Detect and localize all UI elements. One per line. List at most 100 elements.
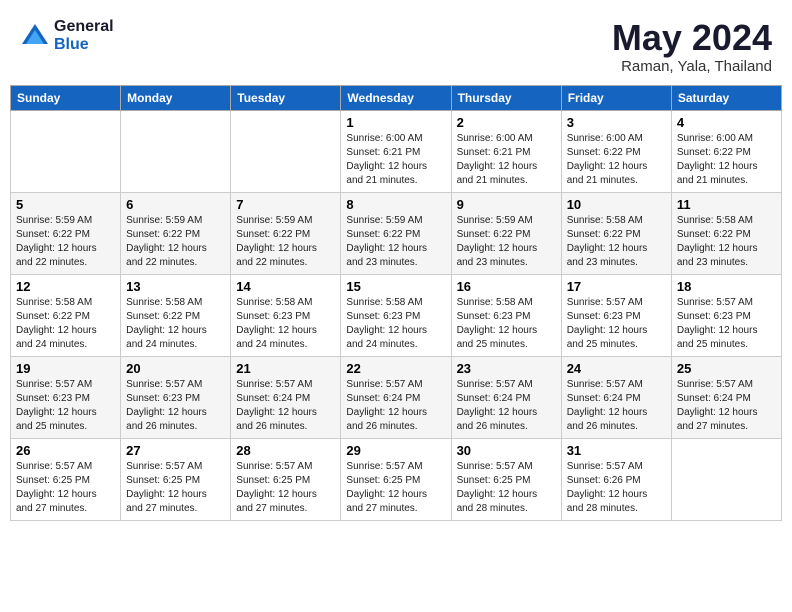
day-info: Sunrise: 5:59 AM Sunset: 6:22 PM Dayligh… (457, 214, 556, 270)
day-number: 5 (16, 197, 115, 212)
title-block: May 2024 Raman, Yala, Thailand (612, 18, 772, 75)
day-info: Sunrise: 6:00 AM Sunset: 6:21 PM Dayligh… (346, 132, 445, 188)
day-info: Sunrise: 5:57 AM Sunset: 6:25 PM Dayligh… (236, 460, 335, 516)
day-info: Sunrise: 6:00 AM Sunset: 6:22 PM Dayligh… (677, 132, 776, 188)
day-info: Sunrise: 5:57 AM Sunset: 6:25 PM Dayligh… (126, 460, 225, 516)
day-info: Sunrise: 5:57 AM Sunset: 6:23 PM Dayligh… (677, 296, 776, 352)
day-info: Sunrise: 5:57 AM Sunset: 6:24 PM Dayligh… (677, 378, 776, 434)
day-info: Sunrise: 5:58 AM Sunset: 6:22 PM Dayligh… (16, 296, 115, 352)
calendar-cell: 10 Sunrise: 5:58 AM Sunset: 6:22 PM Dayli… (561, 192, 671, 274)
day-number: 7 (236, 197, 335, 212)
day-number: 19 (16, 361, 115, 376)
day-info: Sunrise: 5:57 AM Sunset: 6:24 PM Dayligh… (346, 378, 445, 434)
day-info: Sunrise: 5:58 AM Sunset: 6:22 PM Dayligh… (567, 214, 666, 270)
day-number: 6 (126, 197, 225, 212)
day-number: 25 (677, 361, 776, 376)
day-info: Sunrise: 5:59 AM Sunset: 6:22 PM Dayligh… (236, 214, 335, 270)
day-info: Sunrise: 5:57 AM Sunset: 6:23 PM Dayligh… (126, 378, 225, 434)
weekday-header-thursday: Thursday (451, 85, 561, 110)
day-number: 21 (236, 361, 335, 376)
day-number: 9 (457, 197, 556, 212)
calendar-cell: 11Sunrise: 5:58 AM Sunset: 6:22 PM Dayli… (671, 192, 781, 274)
week-row-5: 26 Sunrise: 5:57 AM Sunset: 6:25 PM Dayli… (11, 438, 782, 520)
day-info: Sunrise: 5:57 AM Sunset: 6:23 PM Dayligh… (567, 296, 666, 352)
calendar-cell: 1 Sunrise: 6:00 AM Sunset: 6:21 PM Daylig… (341, 110, 451, 192)
calendar-cell: 12 Sunrise: 5:58 AM Sunset: 6:22 PM Dayli… (11, 274, 121, 356)
day-info: Sunrise: 5:58 AM Sunset: 6:23 PM Dayligh… (236, 296, 335, 352)
day-info: Sunrise: 5:57 AM Sunset: 6:24 PM Dayligh… (236, 378, 335, 434)
day-info: Sunrise: 5:57 AM Sunset: 6:25 PM Dayligh… (346, 460, 445, 516)
day-number: 8 (346, 197, 445, 212)
logo: General Blue (20, 18, 114, 53)
calendar-cell (671, 438, 781, 520)
calendar-cell: 29 Sunrise: 5:57 AM Sunset: 6:25 PM Dayli… (341, 438, 451, 520)
calendar-cell (121, 110, 231, 192)
day-info: Sunrise: 5:58 AM Sunset: 6:23 PM Dayligh… (346, 296, 445, 352)
day-info: Sunrise: 5:59 AM Sunset: 6:22 PM Dayligh… (126, 214, 225, 270)
location: Raman, Yala, Thailand (612, 58, 772, 75)
week-row-2: 5 Sunrise: 5:59 AM Sunset: 6:22 PM Daylig… (11, 192, 782, 274)
calendar-cell: 2 Sunrise: 6:00 AM Sunset: 6:21 PM Daylig… (451, 110, 561, 192)
day-number: 13 (126, 279, 225, 294)
day-info: Sunrise: 5:57 AM Sunset: 6:24 PM Dayligh… (567, 378, 666, 434)
calendar-cell (11, 110, 121, 192)
day-number: 26 (16, 443, 115, 458)
calendar-table: SundayMondayTuesdayWednesdayThursdayFrid… (10, 85, 782, 521)
calendar-cell: 28 Sunrise: 5:57 AM Sunset: 6:25 PM Dayli… (231, 438, 341, 520)
calendar-cell: 15Sunrise: 5:58 AM Sunset: 6:23 PM Dayli… (341, 274, 451, 356)
weekday-header-sunday: Sunday (11, 85, 121, 110)
calendar-cell: 20Sunrise: 5:57 AM Sunset: 6:23 PM Dayli… (121, 356, 231, 438)
calendar-cell: 22 Sunrise: 5:57 AM Sunset: 6:24 PM Dayli… (341, 356, 451, 438)
day-number: 24 (567, 361, 666, 376)
day-number: 29 (346, 443, 445, 458)
day-number: 11 (677, 197, 776, 212)
logo-text: General Blue (54, 18, 114, 53)
page-header: General Blue May 2024 Raman, Yala, Thail… (10, 10, 782, 79)
day-number: 14 (236, 279, 335, 294)
day-number: 17 (567, 279, 666, 294)
calendar-cell: 16 Sunrise: 5:58 AM Sunset: 6:23 PM Dayli… (451, 274, 561, 356)
calendar-cell: 6 Sunrise: 5:59 AM Sunset: 6:22 PM Daylig… (121, 192, 231, 274)
day-number: 31 (567, 443, 666, 458)
calendar-cell: 30 Sunrise: 5:57 AM Sunset: 6:25 PM Dayli… (451, 438, 561, 520)
calendar-cell: 17 Sunrise: 5:57 AM Sunset: 6:23 PM Dayli… (561, 274, 671, 356)
day-info: Sunrise: 5:57 AM Sunset: 6:26 PM Dayligh… (567, 460, 666, 516)
day-number: 2 (457, 115, 556, 130)
day-info: Sunrise: 6:00 AM Sunset: 6:21 PM Dayligh… (457, 132, 556, 188)
week-row-3: 12 Sunrise: 5:58 AM Sunset: 6:22 PM Dayli… (11, 274, 782, 356)
calendar-cell: 13 Sunrise: 5:58 AM Sunset: 6:22 PM Dayli… (121, 274, 231, 356)
calendar-cell: 21 Sunrise: 5:57 AM Sunset: 6:24 PM Dayli… (231, 356, 341, 438)
weekday-header-row: SundayMondayTuesdayWednesdayThursdayFrid… (11, 85, 782, 110)
day-info: Sunrise: 6:00 AM Sunset: 6:22 PM Dayligh… (567, 132, 666, 188)
calendar-cell: 26Sunrise: 5:57 AM Sunset: 6:25 PM Dayli… (11, 438, 121, 520)
day-info: Sunrise: 5:58 AM Sunset: 6:23 PM Dayligh… (457, 296, 556, 352)
day-info: Sunrise: 5:59 AM Sunset: 6:22 PM Dayligh… (16, 214, 115, 270)
day-number: 30 (457, 443, 556, 458)
calendar-cell: 3Sunrise: 6:00 AM Sunset: 6:22 PM Daylig… (561, 110, 671, 192)
calendar-cell: 23Sunrise: 5:57 AM Sunset: 6:24 PM Dayli… (451, 356, 561, 438)
calendar-cell: 4 Sunrise: 6:00 AM Sunset: 6:22 PM Daylig… (671, 110, 781, 192)
calendar-cell: 14 Sunrise: 5:58 AM Sunset: 6:23 PM Dayli… (231, 274, 341, 356)
logo-general: General (54, 18, 114, 36)
day-number: 27 (126, 443, 225, 458)
calendar-cell: 19Sunrise: 5:57 AM Sunset: 6:23 PM Dayli… (11, 356, 121, 438)
logo-icon (20, 22, 50, 50)
calendar-cell: 8Sunrise: 5:59 AM Sunset: 6:22 PM Daylig… (341, 192, 451, 274)
day-number: 22 (346, 361, 445, 376)
calendar-cell: 25 Sunrise: 5:57 AM Sunset: 6:24 PM Dayli… (671, 356, 781, 438)
weekday-header-monday: Monday (121, 85, 231, 110)
week-row-4: 19 Sunrise: 5:57 AM Sunset: 6:23 PM Dayli… (11, 356, 782, 438)
day-number: 28 (236, 443, 335, 458)
calendar-cell: 9 Sunrise: 5:59 AM Sunset: 6:22 PM Daylig… (451, 192, 561, 274)
day-number: 16 (457, 279, 556, 294)
calendar-cell: 18Sunrise: 5:57 AM Sunset: 6:23 PM Dayli… (671, 274, 781, 356)
day-number: 10 (567, 197, 666, 212)
calendar-cell: 27 Sunrise: 5:57 AM Sunset: 6:25 PM Dayli… (121, 438, 231, 520)
day-number: 12 (16, 279, 115, 294)
day-number: 4 (677, 115, 776, 130)
day-info: Sunrise: 5:57 AM Sunset: 6:25 PM Dayligh… (457, 460, 556, 516)
day-info: Sunrise: 5:58 AM Sunset: 6:22 PM Dayligh… (126, 296, 225, 352)
calendar-cell: 31 Sunrise: 5:57 AM Sunset: 6:26 PM Dayli… (561, 438, 671, 520)
day-number: 1 (346, 115, 445, 130)
weekday-header-friday: Friday (561, 85, 671, 110)
